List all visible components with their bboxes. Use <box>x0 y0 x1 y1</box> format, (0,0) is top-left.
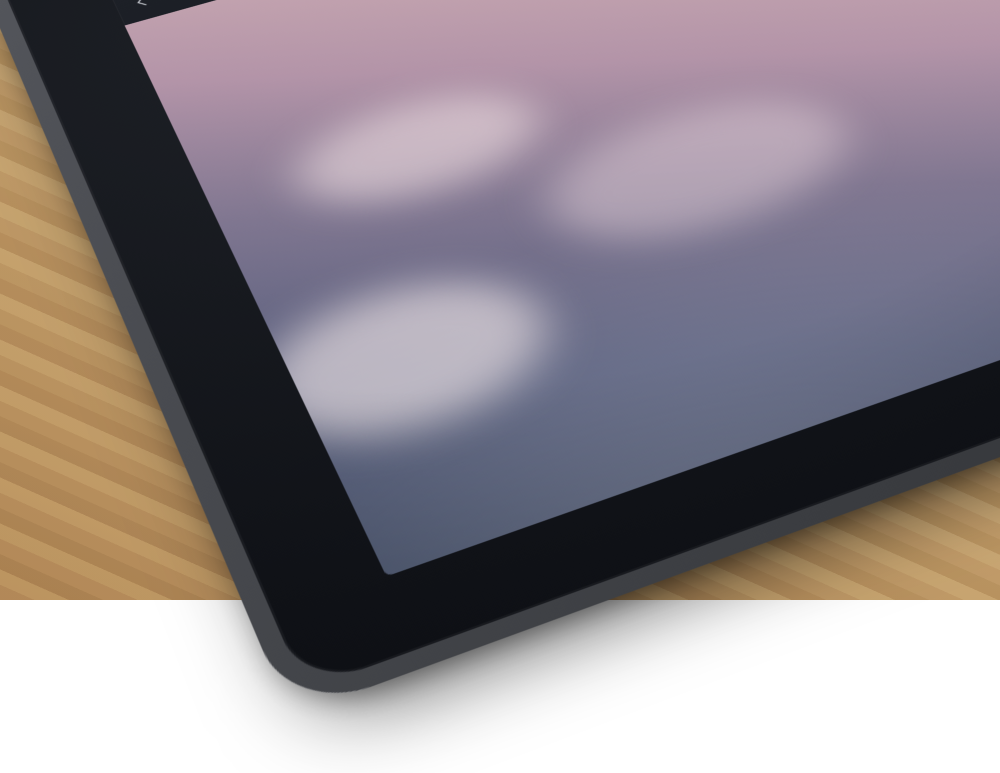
tablet-bezel: ••• AUTO ▶ EDITS LIGHT ▼ <box>0 0 1000 690</box>
vignette <box>125 0 1000 576</box>
app-screen: ••• AUTO ▶ EDITS LIGHT ▼ <box>109 0 1000 576</box>
photo-canvas[interactable] <box>125 0 1000 576</box>
tablet-device: ••• AUTO ▶ EDITS LIGHT ▼ <box>0 0 1000 716</box>
back-icon[interactable] <box>129 0 157 11</box>
